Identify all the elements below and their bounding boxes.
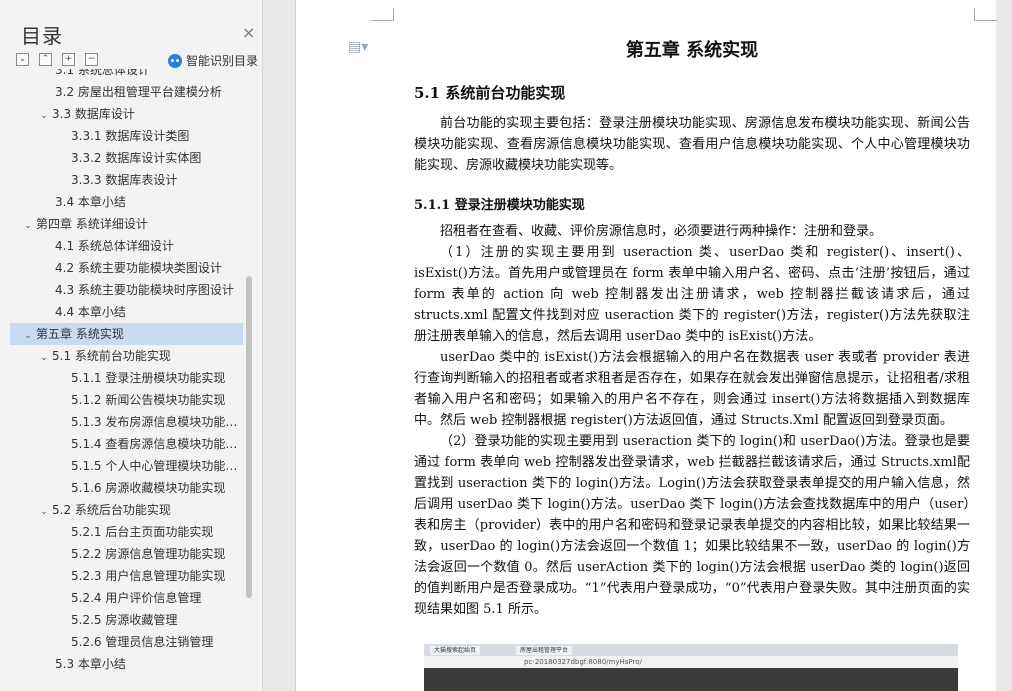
toc-item[interactable]: 3.3.3 数据库表设计 (10, 169, 243, 191)
chevron-down-icon[interactable]: ⌄ (22, 325, 34, 345)
toc-item-label: 3.3.2 数据库设计实体图 (71, 151, 202, 165)
screenshot-tab-bar: 大猫搜索起始页 房屋出租管理平台 (424, 644, 958, 656)
toc-item-label: 5.1 系统前台功能实现 (52, 349, 171, 363)
toc-item-label: 3.3.3 数据库表设计 (71, 173, 178, 187)
toc-item-label: 第五章 系统实现 (36, 327, 124, 341)
toc-item-label: 5.1.4 查看房源信息模块功能实现 (71, 437, 243, 451)
toc-item-label: 5.2.2 房源信息管理功能实现 (71, 547, 226, 561)
document-page: ▤▾ 第五章 系统实现 5.1 系统前台功能实现 前台功能的实现主要包括：登录注… (295, 0, 997, 691)
toc-item-label: 5.1.6 房源收藏模块功能实现 (71, 481, 226, 495)
document-area: ▤▾ 第五章 系统实现 5.1 系统前台功能实现 前台功能的实现主要包括：登录注… (263, 0, 1012, 691)
toc-item[interactable]: ⌄ 第四章 系统详细设计 (10, 213, 243, 235)
toc-item-label: 4.1 系统总体详细设计 (55, 239, 174, 253)
collapse-all-icon[interactable]: ⌃ (39, 53, 52, 66)
toc-item[interactable]: ⌄ 第五章 系统实现 (10, 323, 243, 345)
intro-paragraph: 前台功能的实现主要包括：登录注册模块功能实现、房源信息发布模块功能实现、新闻公告… (414, 116, 970, 173)
chapter-title: 第五章 系统实现 (625, 40, 759, 61)
toc-item-label: 5.2.1 后台主页面功能实现 (71, 525, 214, 539)
remove-heading-icon[interactable]: − (85, 53, 98, 66)
toc-item[interactable]: 3.3.2 数据库设计实体图 (10, 147, 243, 169)
toc-item[interactable]: 4.3 系统主要功能模块时序图设计 (10, 279, 243, 301)
margin-corner-mark (974, 8, 997, 21)
document-outline-icon[interactable]: ▤▾ (348, 39, 368, 55)
chevron-down-icon[interactable]: ⌄ (38, 347, 50, 367)
toc-item-label: 4.4 本章小结 (55, 305, 126, 319)
toc-item[interactable]: 5.2.6 管理员信息注销管理 (10, 631, 243, 653)
toc-list: 3.1 系统总体设计 3.2 房屋出租管理平台建模分析 ⌄ 3.3 数据库设计 3.3.… (10, 69, 245, 691)
toc-item[interactable]: 4.1 系统总体详细设计 (10, 235, 243, 257)
toc-item[interactable]: 5.1.4 查看房源信息模块功能实现 (10, 433, 243, 455)
toc-item[interactable]: ⌄ 5.1 系统前台功能实现 (10, 345, 243, 367)
toc-scroll-thumb[interactable] (246, 276, 252, 598)
toc-item[interactable]: 5.1.1 登录注册模块功能实现 (10, 367, 243, 389)
smart-toc-button[interactable]: 智能识别目录 (168, 52, 258, 69)
toc-item-label: 5.1.3 发布房源信息模块功能实现 (71, 415, 243, 429)
screenshot-body (424, 668, 958, 691)
toc-item[interactable]: 5.2.1 后台主页面功能实现 (10, 521, 243, 543)
toc-item[interactable]: 5.1.6 房源收藏模块功能实现 (10, 477, 243, 499)
toc-item-label: 5.2.4 用户评价信息管理 (71, 591, 202, 605)
toc-item-label: 5.1.5 个人中心管理模块功能实现 (71, 459, 243, 473)
paragraph: （2）登录功能的实现主要用到 useraction 类下的 login()和 u… (414, 434, 970, 617)
section-title: 5.1 系统前台功能实现 (414, 84, 566, 102)
toc-item-label: 第四章 系统详细设计 (36, 217, 148, 231)
smart-toc-label: 智能识别目录 (186, 54, 259, 68)
screenshot-tab: 房屋出租管理平台 (516, 646, 573, 655)
chevron-down-icon[interactable]: ⌄ (38, 105, 50, 125)
close-icon[interactable]: × (242, 23, 255, 42)
toc-item-label: 4.3 系统主要功能模块时序图设计 (55, 283, 234, 297)
toc-toolbar: ⌄ ⌃ + − (16, 53, 98, 66)
toc-item[interactable]: 5.2.4 用户评价信息管理 (10, 587, 243, 609)
toc-item-label: 3.2 房屋出租管理平台建模分析 (55, 85, 222, 99)
toc-item[interactable]: 4.4 本章小结 (10, 301, 243, 323)
screenshot-address-bar: pc-20180327dbgf:8080/myHsPro/ (424, 656, 958, 668)
toc-item-label: 3.1 系统总体设计 (55, 69, 150, 77)
toc-item[interactable]: 4.2 系统主要功能模块类图设计 (10, 257, 243, 279)
toc-scrollbar[interactable] (246, 69, 252, 691)
toc-item-label: 5.3 本章小结 (55, 657, 126, 671)
toc-item-label: 5.2.6 管理员信息注销管理 (71, 635, 214, 649)
toc-item[interactable]: 5.3 本章小结 (10, 653, 243, 675)
toc-title: 目录 (21, 24, 63, 48)
toc-item-label: 3.4 本章小结 (55, 195, 126, 209)
document-content: 第五章 系统实现 5.1 系统前台功能实现 前台功能的实现主要包括：登录注册模块… (414, 30, 970, 620)
toc-item[interactable]: 3.2 房屋出租管理平台建模分析 (10, 81, 243, 103)
toc-item-label: 5.1.2 新闻公告模块功能实现 (71, 393, 226, 407)
toc-item[interactable]: 3.3.1 数据库设计类图 (10, 125, 243, 147)
toc-item[interactable]: 5.1.2 新闻公告模块功能实现 (10, 389, 243, 411)
expand-all-icon[interactable]: ⌄ (16, 53, 29, 66)
paragraph: userDao 类中的 isExist()方法会根据输入的用户名在数据表 use… (414, 350, 970, 428)
toc-item[interactable]: 5.2.5 房源收藏管理 (10, 609, 243, 631)
toc-item[interactable]: 3.1 系统总体设计 (10, 69, 243, 81)
toc-item[interactable]: 3.4 本章小结 (10, 191, 243, 213)
toc-item[interactable]: ⌄ 5.2 系统后台功能实现 (10, 499, 243, 521)
chevron-down-icon[interactable]: ⌄ (38, 501, 50, 521)
add-heading-icon[interactable]: + (62, 53, 75, 66)
toc-sidebar: 目录 × ⌄ ⌃ + − 智能识别目录 3.1 系统总体设计 3.2 房屋出租管理… (0, 0, 263, 691)
toc-item-label: 5.1.1 登录注册模块功能实现 (71, 371, 226, 385)
toc-item-label: 4.2 系统主要功能模块类图设计 (55, 261, 222, 275)
toc-item[interactable]: ⌄ 3.3 数据库设计 (10, 103, 243, 125)
margin-corner-mark (371, 8, 394, 21)
paragraph: 招租者在查看、收藏、评价房源信息时，必须要进行两种操作：注册和登录。 (440, 224, 883, 239)
chevron-down-icon[interactable]: ⌄ (22, 215, 34, 235)
embedded-screenshot: 大猫搜索起始页 房屋出租管理平台 pc-20180327dbgf:8080/my… (424, 644, 958, 691)
toc-item-label: 3.3 数据库设计 (52, 107, 135, 121)
toc-item-label: 3.3.1 数据库设计类图 (71, 129, 190, 143)
toc-item[interactable]: 5.1.3 发布房源信息模块功能实现 (10, 411, 243, 433)
ai-robot-icon (168, 53, 182, 68)
subsection-title: 5.1.1 登录注册模块功能实现 (414, 198, 585, 213)
toc-item[interactable]: 5.2.2 房源信息管理功能实现 (10, 543, 243, 565)
toc-item-label: 5.2.3 用户信息管理功能实现 (71, 569, 226, 583)
paragraph: （1）注册的实现主要用到 useraction 类、userDao 类和 reg… (414, 245, 970, 344)
screenshot-tab: 大猫搜索起始页 (430, 646, 481, 655)
toc-item[interactable]: 5.1.5 个人中心管理模块功能实现 (10, 455, 243, 477)
toc-item-label: 5.2 系统后台功能实现 (52, 503, 171, 517)
toc-item-label: 5.2.5 房源收藏管理 (71, 613, 178, 627)
toc-item[interactable]: 5.2.3 用户信息管理功能实现 (10, 565, 243, 587)
